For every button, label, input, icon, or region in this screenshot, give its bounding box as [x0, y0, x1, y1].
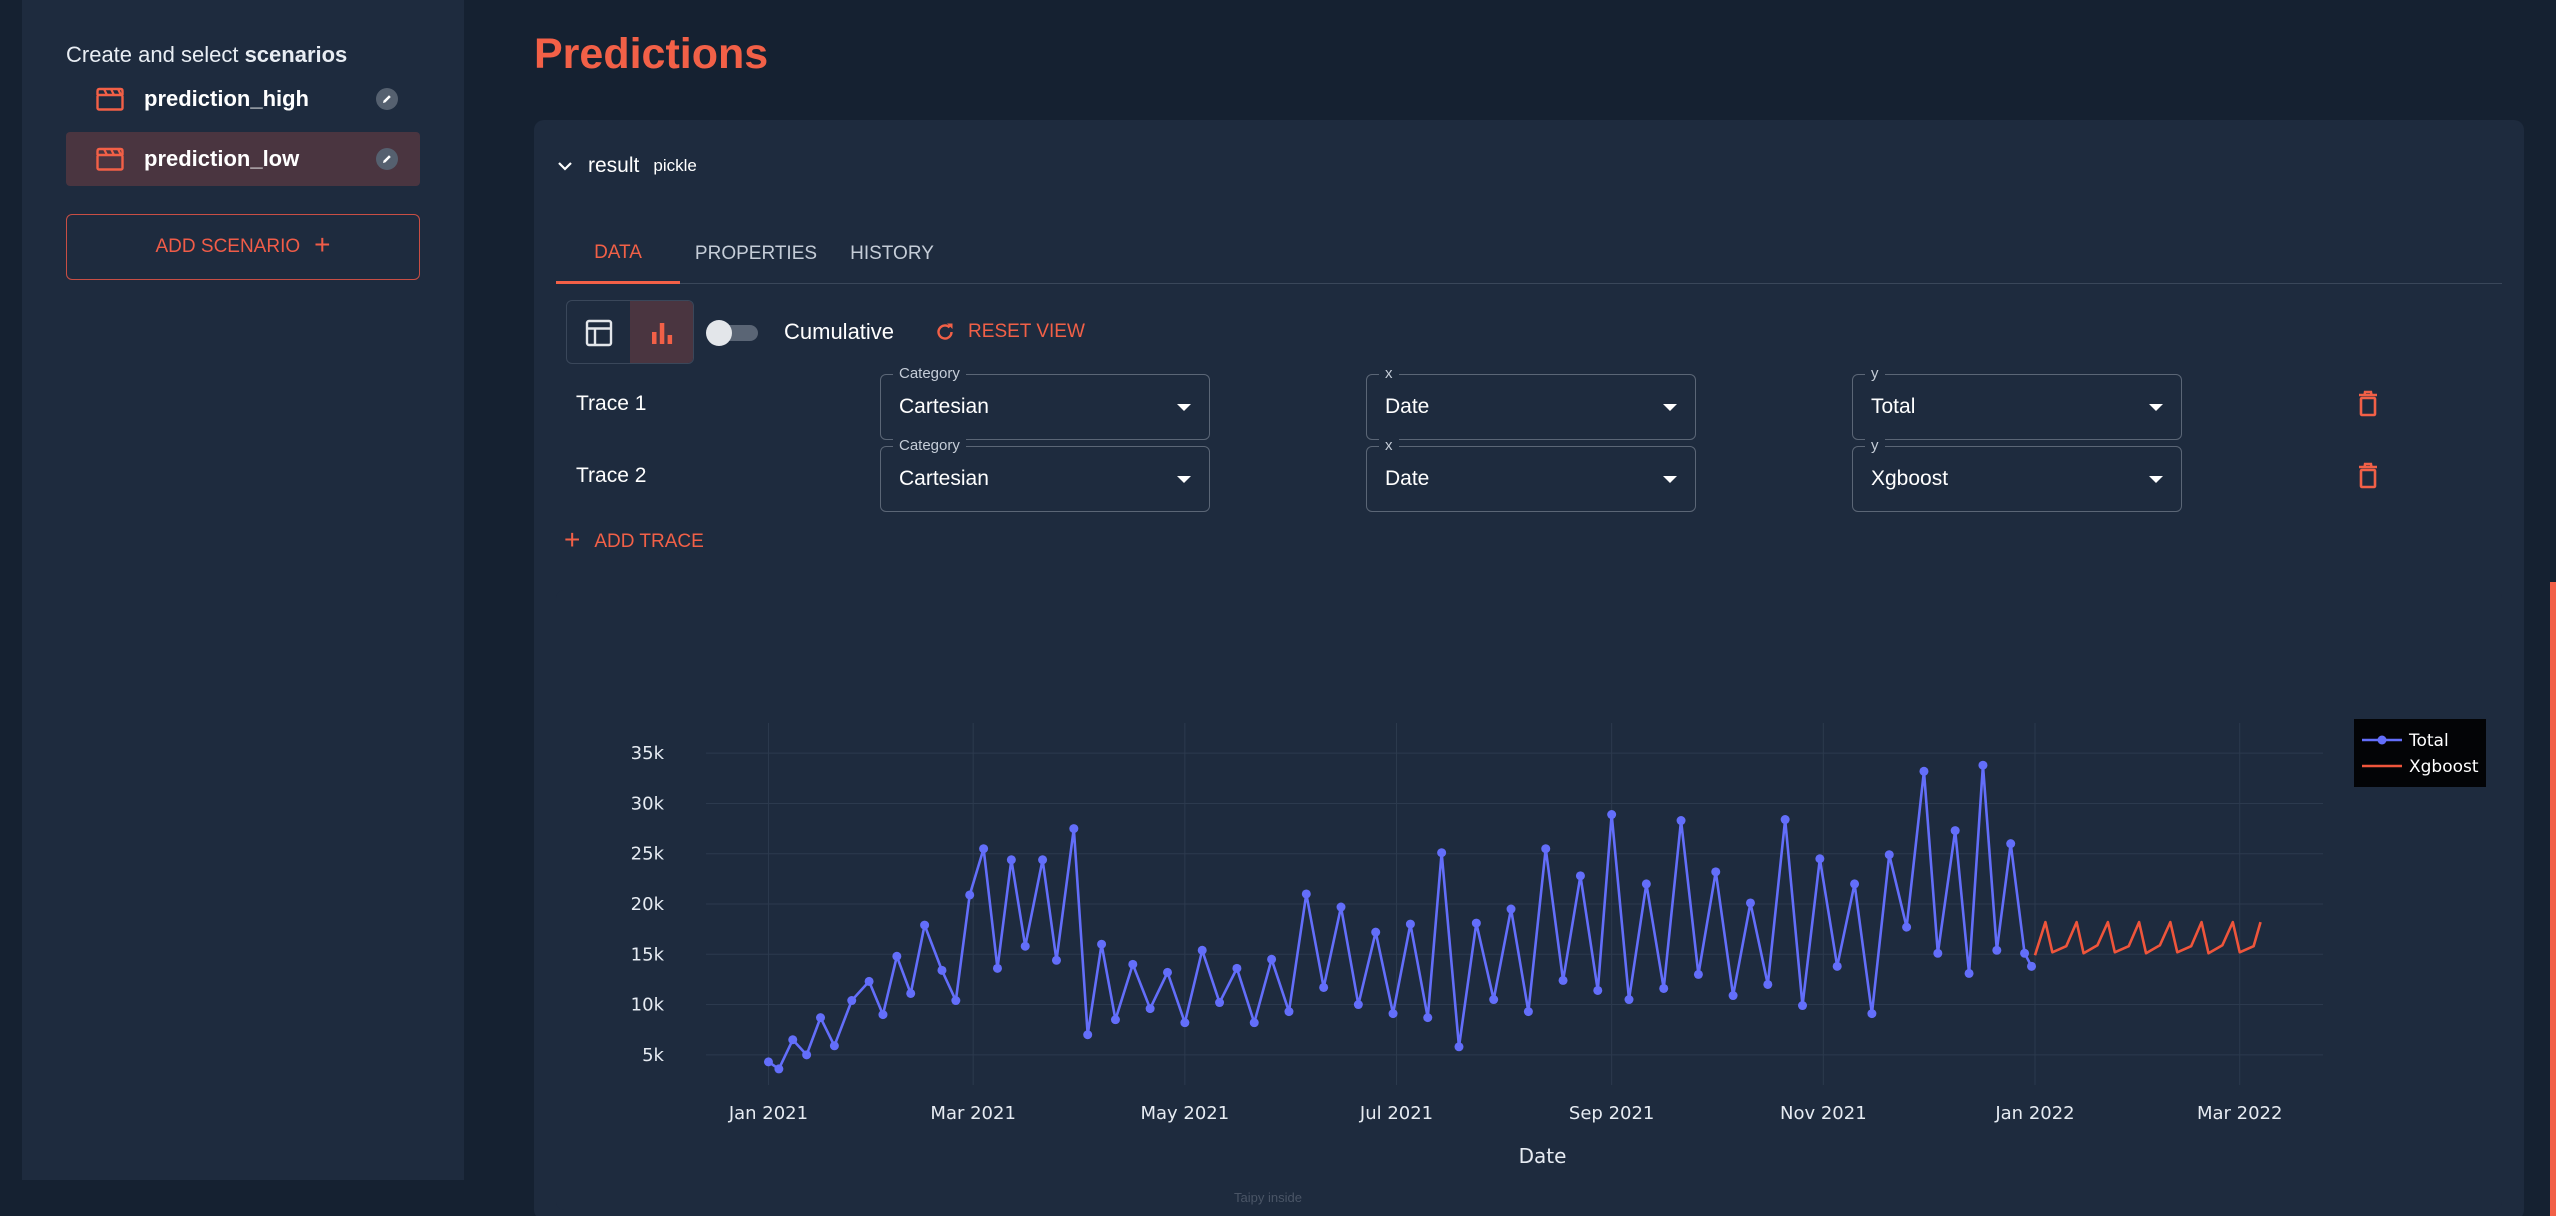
trace-2-y-select[interactable]: y Xgboost [1852, 437, 2182, 512]
clapperboard-icon [96, 87, 124, 111]
clapperboard-icon [96, 147, 124, 171]
add-scenario-button[interactable]: ADD SCENARIO + [66, 214, 420, 280]
result-name: result [588, 154, 640, 177]
reset-view-label: RESET VIEW [968, 321, 1085, 342]
trace-1-label: Trace 1 [576, 392, 647, 415]
field-value: Date [1385, 395, 1430, 418]
sidebar-title: Create and select scenarios [66, 42, 347, 68]
reset-view-button[interactable]: RESET VIEW [934, 321, 1085, 343]
caret-down-icon [2149, 476, 2163, 483]
trace-1-x-select[interactable]: x Date [1366, 365, 1696, 440]
caret-down-icon [1663, 404, 1677, 411]
field-value: Xgboost [1871, 467, 1949, 490]
trace-1-y-select[interactable]: y Total [1852, 365, 2182, 440]
watermark: Taipy inside [1234, 1190, 1302, 1205]
page-title: Predictions [534, 30, 769, 78]
cumulative-toggle[interactable] [706, 319, 758, 346]
tab-history[interactable]: HISTORY [832, 224, 952, 284]
field-value: Cartesian [899, 395, 989, 418]
chart-view-button[interactable] [630, 301, 693, 363]
result-header[interactable]: result pickle [556, 154, 697, 178]
field-label: Category [893, 437, 966, 454]
add-trace-label: ADD TRACE [594, 531, 704, 552]
scrollbar[interactable] [2550, 582, 2556, 1216]
trace-2-label: Trace 2 [576, 464, 647, 487]
field-value: Total [1871, 395, 1916, 418]
field-value: Date [1385, 467, 1430, 490]
tab-bar: DATA PROPERTIES HISTORY [556, 224, 2502, 284]
trace-2-category-select[interactable]: Category Cartesian [880, 437, 1210, 512]
sidebar: Create and select scenarios prediction_h… [22, 0, 464, 1180]
trace-1-category-select[interactable]: Category Cartesian [880, 365, 1210, 440]
edit-icon[interactable] [376, 88, 398, 110]
edit-icon[interactable] [376, 148, 398, 170]
plus-icon: + [564, 524, 581, 555]
tab-data[interactable]: DATA [556, 224, 680, 284]
table-view-button[interactable] [567, 301, 630, 363]
trash-icon[interactable] [2356, 462, 2380, 490]
field-label: y [1865, 437, 1885, 454]
add-trace-button[interactable]: + ADD TRACE [564, 526, 704, 554]
caret-down-icon [1663, 476, 1677, 483]
field-value: Cartesian [899, 467, 989, 490]
scenario-name: prediction_high [144, 86, 309, 111]
scenario-name: prediction_low [144, 146, 300, 171]
caret-down-icon [2149, 404, 2163, 411]
sidebar-title-bold: scenarios [244, 42, 348, 67]
chart-toolbar: Cumulative RESET VIEW [566, 300, 1085, 364]
refresh-icon [937, 323, 953, 340]
bar-chart-icon [651, 323, 672, 344]
trace-2-x-select[interactable]: x Date [1366, 437, 1696, 512]
result-type: pickle [653, 156, 697, 175]
app-root: Create and select scenarios prediction_h… [0, 0, 2556, 1216]
sidebar-title-prefix: Create and select [66, 42, 239, 67]
trash-icon[interactable] [2356, 390, 2380, 418]
field-label: x [1379, 437, 1399, 454]
tab-properties[interactable]: PROPERTIES [680, 224, 832, 284]
table-icon [585, 319, 612, 347]
chevron-down-icon[interactable] [556, 157, 574, 175]
caret-down-icon [1177, 404, 1191, 411]
field-label: y [1865, 365, 1885, 382]
cumulative-label: Cumulative [784, 319, 895, 344]
caret-down-icon [1177, 476, 1191, 483]
chart-container [556, 590, 2502, 1210]
scenario-item-prediction-high[interactable]: prediction_high [66, 72, 420, 126]
field-label: Category [893, 365, 966, 382]
add-scenario-label: ADD SCENARIO [155, 236, 301, 257]
plus-icon: + [314, 229, 331, 260]
view-mode-toggle [566, 300, 694, 364]
scenario-item-prediction-low[interactable]: prediction_low [66, 132, 420, 186]
result-panel: result pickle DATA PROPERTIES HISTORY Cu… [534, 120, 2524, 1216]
field-label: x [1379, 365, 1399, 382]
